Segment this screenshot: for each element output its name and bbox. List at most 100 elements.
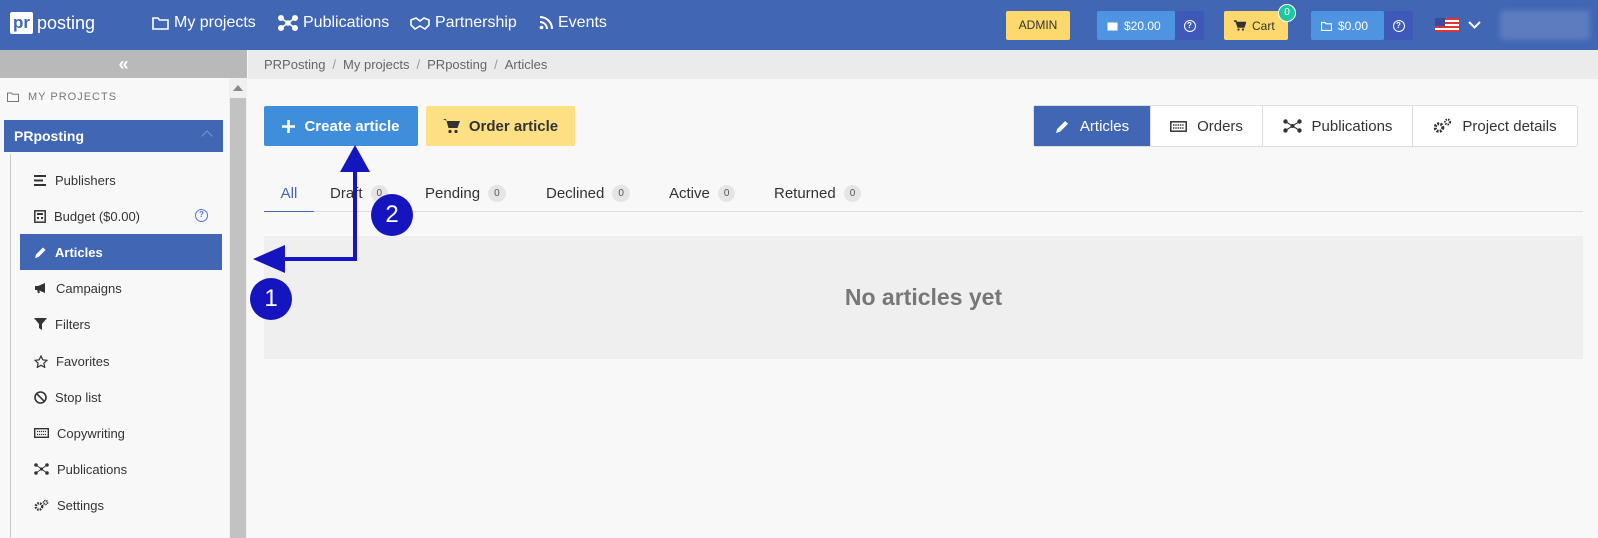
sidebar-item-stop-list[interactable]: Stop list xyxy=(20,379,222,415)
sidebar-item-label: Stop list xyxy=(55,389,102,405)
project-name: PRposting xyxy=(14,128,84,144)
nav-events-label: Events xyxy=(558,14,607,31)
nav-events[interactable]: Events xyxy=(539,14,607,32)
count-badge: 0 xyxy=(843,185,862,202)
tab-pending[interactable]: Pending 0 xyxy=(425,175,506,212)
balance-button[interactable]: $20.00 xyxy=(1097,11,1175,40)
tab-articles[interactable]: Articles xyxy=(1034,106,1151,146)
tab-project-details[interactable]: Project details xyxy=(1413,106,1577,146)
chevron-down-icon[interactable] xyxy=(1468,21,1481,29)
tab-label: All xyxy=(280,184,298,202)
logo-mark: pr xyxy=(10,12,33,34)
breadcrumb-item[interactable]: PRposting xyxy=(427,57,487,72)
ban-icon xyxy=(34,390,47,404)
tab-label: Articles xyxy=(1079,117,1130,135)
logo-text: posting xyxy=(37,12,96,33)
section-title-text: MY PROJECTS xyxy=(28,91,118,103)
tab-publications[interactable]: Publications xyxy=(1263,106,1413,146)
count-badge: 0 xyxy=(717,185,736,202)
tab-label: Declined xyxy=(546,185,605,202)
sidebar-item-label: Favorites xyxy=(56,353,110,369)
sidebar-section-title: MY PROJECTS xyxy=(7,91,117,103)
sidebar-item-filters[interactable]: Filters xyxy=(20,306,222,342)
rss-icon xyxy=(539,16,553,30)
tab-all[interactable]: All xyxy=(264,175,314,212)
sidebar-item-articles[interactable]: Articles xyxy=(20,234,222,270)
plus-icon xyxy=(282,119,296,133)
admin-button[interactable]: ADMIN xyxy=(1006,11,1070,40)
order-article-button[interactable]: Order article xyxy=(426,106,575,146)
tab-label: Orders xyxy=(1197,117,1243,135)
breadcrumb-separator: / xyxy=(332,57,337,72)
calculator-icon xyxy=(34,209,46,223)
chevron-up-icon xyxy=(201,130,213,142)
breadcrumb: PRPosting / My projects / PRposting / Articles xyxy=(248,50,1598,79)
keyboard-icon xyxy=(34,428,49,438)
scroll-up-arrow-icon[interactable] xyxy=(233,85,243,91)
nav-partnership[interactable]: Partnership xyxy=(410,14,517,32)
project-balance-button[interactable]: $0.00 xyxy=(1311,11,1384,40)
logo[interactable]: pr posting xyxy=(10,12,95,34)
order-article-label: Order article xyxy=(468,117,559,135)
help-icon: ? xyxy=(1183,19,1196,32)
nav-publications[interactable]: Publications xyxy=(278,14,389,32)
sidebar-item-label: Publications xyxy=(57,461,128,477)
tab-label: Publications xyxy=(1311,117,1393,135)
cart-icon xyxy=(442,119,460,134)
sidebar-collapse-button[interactable]: « xyxy=(0,50,247,78)
budget-help-icon[interactable]: ? xyxy=(195,209,208,222)
sidebar-item-publishers[interactable]: Publishers xyxy=(20,162,222,198)
sidebar-item-favorites[interactable]: Favorites xyxy=(20,343,222,379)
sidebar-item-label: Publishers xyxy=(55,172,116,188)
sidebar-item-label: Copywriting xyxy=(57,425,125,441)
tab-returned[interactable]: Returned 0 xyxy=(774,175,862,212)
tab-label: Returned xyxy=(774,185,836,202)
user-menu-avatar[interactable] xyxy=(1500,10,1590,40)
tab-label: Active xyxy=(669,185,710,202)
sidebar-item-label: Campaigns xyxy=(56,280,122,296)
tab-active[interactable]: Active 0 xyxy=(669,175,736,212)
gears-icon xyxy=(34,499,49,511)
sidebar-item-campaigns[interactable]: Campaigns xyxy=(20,270,222,306)
network-icon xyxy=(34,463,49,475)
sidebar-item-label: Filters xyxy=(55,316,91,332)
project-balance-help-button[interactable]: ? xyxy=(1384,11,1413,40)
megaphone-icon xyxy=(35,283,45,294)
handshake-icon xyxy=(410,17,430,30)
annotation-step-2: 2 xyxy=(371,194,413,236)
tab-label: Pending xyxy=(425,185,481,202)
project-dropdown[interactable]: PRposting xyxy=(4,120,223,152)
sidebar-item-publications[interactable]: Publications xyxy=(20,451,222,487)
sidebar-item-settings[interactable]: Settings xyxy=(20,487,222,523)
cart-label: Cart xyxy=(1252,18,1275,33)
breadcrumb-separator: / xyxy=(494,57,498,72)
count-badge: 0 xyxy=(612,185,630,202)
folder-icon xyxy=(1321,21,1332,31)
tab-orders[interactable]: Orders xyxy=(1151,106,1263,146)
help-icon: ? xyxy=(1392,19,1405,32)
breadcrumb-item[interactable]: PRPosting xyxy=(264,57,325,72)
balance-value: $20.00 xyxy=(1124,18,1161,33)
status-tabs: All Draft 0 Pending 0 Declined 0 Active … xyxy=(264,175,1583,212)
pencil-icon xyxy=(1055,120,1068,133)
sidebar-scrollbar-thumb[interactable] xyxy=(230,98,246,538)
count-badge: 0 xyxy=(488,185,506,202)
list-icon xyxy=(34,174,46,186)
network-icon xyxy=(278,15,298,31)
balance-help-button[interactable]: ? xyxy=(1175,11,1204,40)
create-article-label: Create article xyxy=(304,117,400,135)
sidebar-item-budget[interactable]: Budget ($0.00) ? xyxy=(20,198,222,234)
nav-partnership-label: Partnership xyxy=(435,14,517,31)
cart-icon xyxy=(1234,20,1246,31)
create-article-button[interactable]: Create article xyxy=(264,106,418,146)
sidebar-item-copywriting[interactable]: Copywriting xyxy=(20,415,222,451)
cart-count-badge: 0 xyxy=(1278,4,1296,22)
breadcrumb-item[interactable]: My projects xyxy=(343,57,409,72)
sidebar-item-label: Settings xyxy=(57,497,104,513)
network-icon xyxy=(1282,119,1302,133)
tab-declined[interactable]: Declined 0 xyxy=(546,175,630,212)
folder-icon xyxy=(7,92,19,102)
nav-my-projects[interactable]: My projects xyxy=(152,14,256,32)
tab-label: Draft xyxy=(330,185,363,202)
us-flag-icon[interactable] xyxy=(1435,18,1459,32)
